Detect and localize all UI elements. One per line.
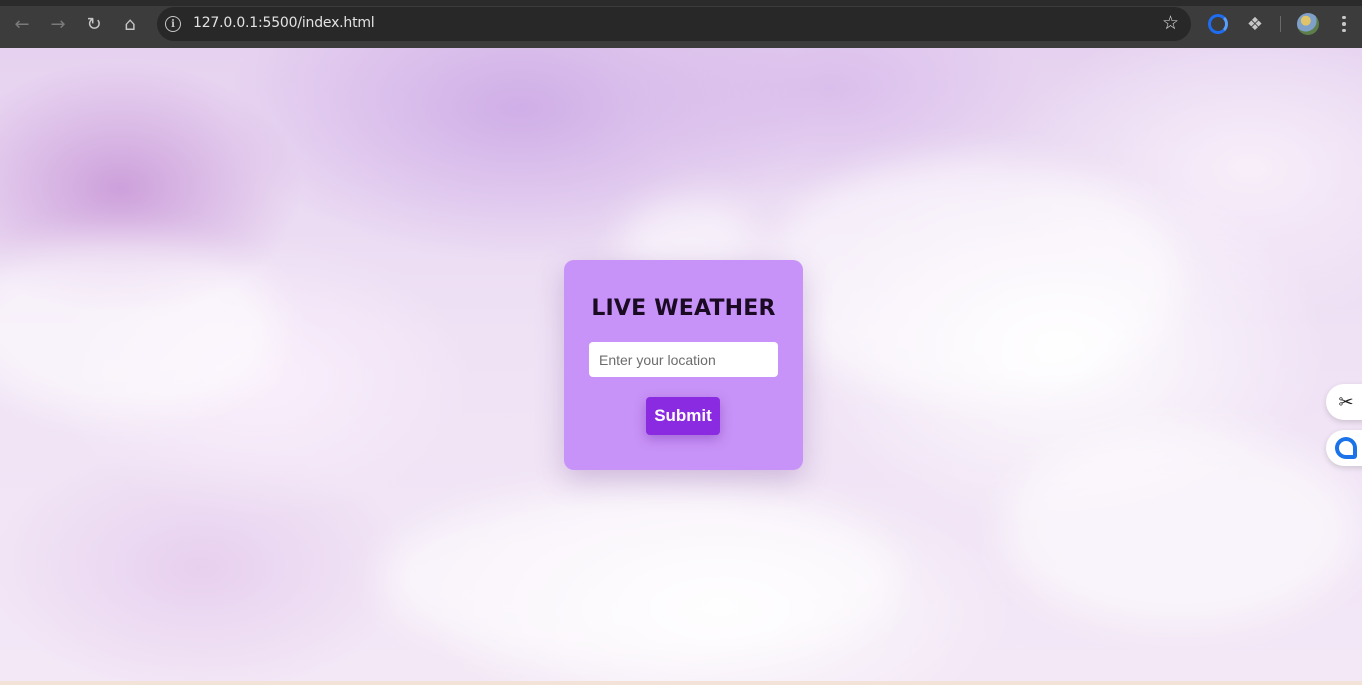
forward-arrow-icon[interactable]: →: [44, 10, 72, 38]
home-icon[interactable]: ⌂: [116, 10, 144, 38]
bottom-edge: [0, 681, 1362, 685]
background-cloud: [1000, 428, 1360, 628]
submit-button[interactable]: Submit: [646, 397, 720, 435]
back-arrow-icon[interactable]: ←: [8, 10, 36, 38]
extension-blue-ring-icon[interactable]: [1206, 10, 1230, 38]
app-title: LIVE WEATHER: [591, 296, 776, 321]
reload-icon[interactable]: ↻: [80, 10, 108, 38]
browser-menu-icon[interactable]: [1332, 10, 1356, 38]
chat-icon[interactable]: [1326, 430, 1362, 466]
toolbar-divider: [1280, 16, 1281, 32]
background-cloud: [380, 488, 900, 668]
extensions-puzzle-icon[interactable]: ❖: [1241, 10, 1269, 38]
bookmark-star-icon[interactable]: ☆: [1162, 12, 1179, 34]
weather-card: LIVE WEATHER Submit: [564, 260, 803, 470]
background-cloud: [0, 238, 280, 418]
browser-toolbar: ← → ↻ ⌂ i 127.0.0.1:5500/index.html ☆ ❖: [0, 0, 1362, 48]
site-info-icon[interactable]: i: [165, 16, 181, 32]
background-cloud: [760, 158, 1180, 398]
address-bar[interactable]: i 127.0.0.1:5500/index.html ☆: [157, 7, 1191, 41]
scissors-icon[interactable]: ✂: [1326, 384, 1362, 420]
page-viewport: LIVE WEATHER Submit ✂: [0, 48, 1362, 685]
url-text[interactable]: 127.0.0.1:5500/index.html: [193, 15, 375, 31]
profile-avatar[interactable]: [1297, 13, 1319, 35]
location-input[interactable]: [589, 342, 778, 377]
